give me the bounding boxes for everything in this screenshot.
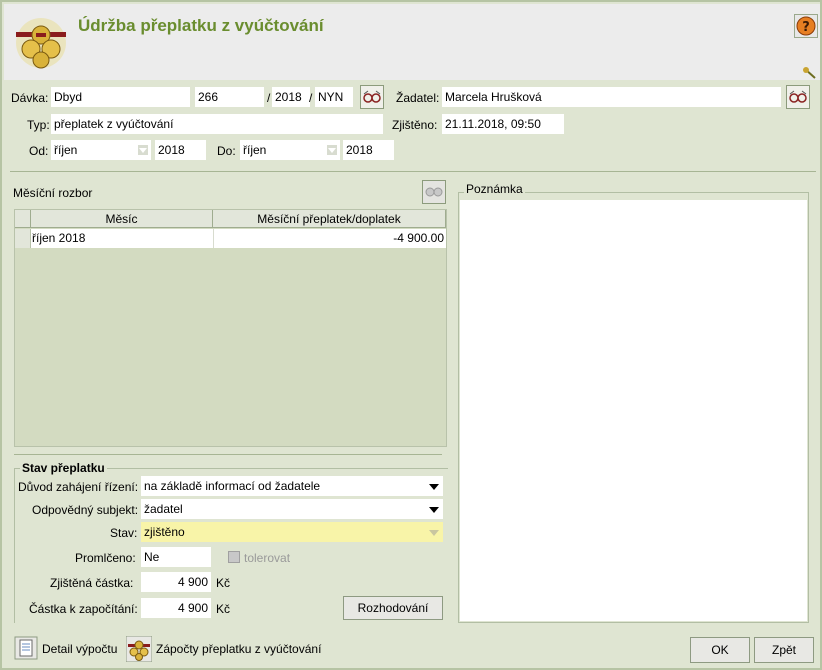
row-selector[interactable] [15,229,31,248]
promlceno-field[interactable]: Ne [141,547,211,567]
ok-button[interactable]: OK [690,637,750,663]
duvod-select[interactable]: na základě informací od žadatele [141,476,443,496]
slash-separator: / [267,91,271,105]
tolerovat-checkbox[interactable] [228,551,240,563]
zjisteno-label: Zjištěno: [392,118,438,132]
zadatel-field[interactable]: Marcela Hrušková [442,87,781,107]
zjistena-label: Zjištěná částka: [50,576,134,590]
zadatel-lookup-button[interactable] [786,85,810,109]
do-month-dropdown[interactable] [324,140,340,160]
column-header-month[interactable]: Měsíc [31,210,213,228]
promlceno-label: Promlčeno: [75,551,136,565]
typ-label: Typ: [27,118,50,132]
do-year-field[interactable]: 2018 [343,140,394,160]
note-textarea[interactable] [460,200,807,621]
do-month-select[interactable]: říjen [240,140,324,160]
zapocitani-field[interactable]: 4 900 [141,598,211,618]
stav-label: Stav: [110,526,138,540]
typ-field[interactable]: přeplatek z vyúčtování [51,114,383,134]
glasses-icon [425,187,443,197]
od-month-select[interactable]: říjen [51,140,135,160]
chevron-down-icon[interactable] [429,530,439,536]
subjekt-label: Odpovědný subjekt: [32,503,139,517]
davka-label: Dávka: [11,91,49,105]
zjistena-field[interactable]: 4 900 [141,572,211,592]
detail-button[interactable]: Detail výpočtu [14,636,122,662]
cell-amount: -4 900.00 [213,229,444,248]
do-label: Do: [217,144,236,158]
subjekt-select[interactable]: žadatel [141,499,443,519]
duvod-label: Důvod zahájení řízení: [18,480,139,494]
chevron-down-icon [328,148,336,153]
od-label: Od: [29,144,49,158]
glasses-icon [363,90,381,103]
glasses-icon [789,90,807,103]
note-label: Poznámka [464,182,525,196]
grid-corner [15,210,31,228]
tolerovat-label: tolerovat [244,551,291,565]
wrench-icon[interactable] [802,66,818,80]
zjisteno-field[interactable]: 21.11.2018, 09:50 [442,114,564,134]
zpet-button[interactable]: Zpět [754,637,814,663]
column-header-amount[interactable]: Měsíční přeplatek/doplatek [213,210,446,228]
rozbor-detail-button[interactable] [422,180,446,204]
dialog-window: Údržba přeplatku z vyúčtování ? Dávka: D… [0,0,822,670]
zapocty-button[interactable]: Zápočty přeplatku z vyúčtování [126,636,326,662]
zadatel-label: Žadatel: [396,91,440,105]
document-icon [14,636,38,660]
dialog-header: Údržba přeplatku z vyúčtování ? [4,4,820,80]
od-month-dropdown[interactable] [135,140,151,160]
slash-separator: / [309,91,313,105]
davka-number-field[interactable]: 266 [195,87,264,107]
stav-legend: Stav přeplatku [20,461,107,475]
zapocty-label: Zápočty přeplatku z vyúčtování [156,642,322,656]
stav-select[interactable]: zjištěno [141,522,443,542]
help-button[interactable]: ? [794,14,818,38]
page-title: Údržba přeplatku z vyúčtování [78,16,324,35]
od-year-field[interactable]: 2018 [155,140,206,160]
svg-text:?: ? [802,20,810,35]
zapocitani-unit: Kč [216,602,231,616]
coins-icon [126,636,152,662]
cell-month: říjen 2018 [32,231,86,245]
davka-field[interactable]: Dbyd [51,87,190,107]
chevron-down-icon[interactable] [429,507,439,513]
detail-label: Detail výpočtu [42,642,118,656]
divider [14,454,442,455]
davka-year-field[interactable]: 2018 [272,87,310,107]
monthly-grid: Měsíc Měsíční přeplatek/doplatek říjen 2… [14,209,447,447]
divider [10,171,816,172]
chevron-down-icon[interactable] [429,484,439,490]
question-icon: ? [796,16,816,36]
zapocitani-label: Částka k započítání: [29,602,138,616]
davka-lookup-button[interactable] [360,85,384,109]
rozhodovani-button[interactable]: Rozhodování [343,596,443,620]
rozbor-label: Měsíční rozbor [13,186,93,200]
chevron-down-icon [139,148,147,153]
zjistena-unit: Kč [216,576,231,590]
coins-logo-icon [16,18,66,69]
table-row[interactable]: říjen 2018 -4 900.00 [15,229,446,248]
davka-code-field[interactable]: NYN [315,87,353,107]
